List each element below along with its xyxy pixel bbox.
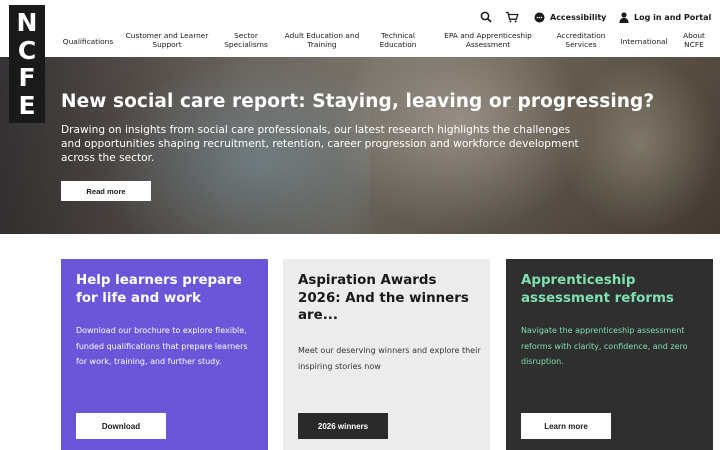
cart-icon[interactable]: [504, 9, 520, 25]
card-learners-brochure: Help learners prepare for life and work …: [61, 259, 268, 450]
nav-label: Sector Specialisms: [224, 31, 268, 50]
card-title: Aspiration Awards 2026: And the winners …: [298, 273, 469, 323]
accessibility-label: Accessibility: [550, 12, 607, 22]
nav-label: EPA and Apprenticeship Assessment: [444, 31, 532, 50]
ncfe-logo[interactable]: N C F E: [9, 5, 45, 123]
winners-button[interactable]: 2026 winners: [298, 413, 388, 439]
logo-letter: F: [18, 63, 36, 93]
learn-more-button[interactable]: Learn more: [521, 413, 611, 439]
nav-label: Adult Education and Training: [284, 31, 360, 50]
login-portal-link[interactable]: Log in and Portal: [619, 11, 712, 23]
card-title: Help learners prepare for life and work: [76, 273, 242, 306]
card-aspiration-awards: Aspiration Awards 2026: And the winners …: [283, 259, 490, 450]
card-body: Download our brochure to explore flexibl…: [76, 326, 248, 366]
nav-item-about[interactable]: About NCFE: [683, 31, 705, 49]
card-title: Apprenticeship assessment reforms: [521, 273, 674, 306]
download-button[interactable]: Download: [76, 413, 166, 439]
nav-item-sector-specialisms[interactable]: Sector Specialisms: [224, 31, 268, 49]
nav-label: International: [620, 37, 668, 46]
nav-item-epa-apprenticeship[interactable]: EPA and Apprenticeship Assessment: [444, 31, 532, 49]
search-icon[interactable]: [478, 9, 494, 25]
accessibility-icon: [534, 12, 545, 22]
nav-label: Customer and Learner Support: [125, 31, 209, 50]
logo-letter: C: [17, 35, 37, 65]
read-more-button[interactable]: Read more: [61, 181, 151, 201]
nav-item-qualifications[interactable]: Qualifications: [63, 37, 113, 46]
nav-label: Accreditation Services: [556, 31, 606, 50]
nav-label: About NCFE: [683, 31, 705, 50]
hero-banner: New social care report: Staying, leaving…: [0, 57, 720, 234]
logo-letter: N: [16, 8, 38, 38]
card-apprenticeship-reforms: Apprenticeship assessment reforms Naviga…: [506, 259, 713, 450]
logo-letter: E: [18, 90, 36, 120]
nav-item-international[interactable]: International: [620, 37, 667, 46]
user-icon: [619, 11, 629, 23]
hero-description: Drawing on insights from social care pro…: [61, 124, 579, 164]
main-nav: Qualifications Customer and Learner Supp…: [58, 31, 720, 53]
nav-label: Technical Education: [379, 31, 417, 50]
login-label: Log in and Portal: [634, 12, 712, 22]
nav-item-technical-education[interactable]: Technical Education: [380, 31, 417, 49]
nav-item-accreditation[interactable]: Accreditation Services: [557, 31, 606, 49]
card-body: Navigate the apprenticeship assessment r…: [521, 326, 688, 366]
site-header: Accessibility Log in and Portal Qualific…: [0, 0, 720, 57]
nav-item-adult-education[interactable]: Adult Education and Training: [285, 31, 360, 49]
card-body: Meet our deserving winners and explore t…: [298, 346, 481, 371]
nav-item-customer-support[interactable]: Customer and Learner Support: [126, 31, 209, 49]
accessibility-link[interactable]: Accessibility: [534, 12, 606, 23]
hero-title: New social care report: Staying, leaving…: [61, 91, 655, 112]
